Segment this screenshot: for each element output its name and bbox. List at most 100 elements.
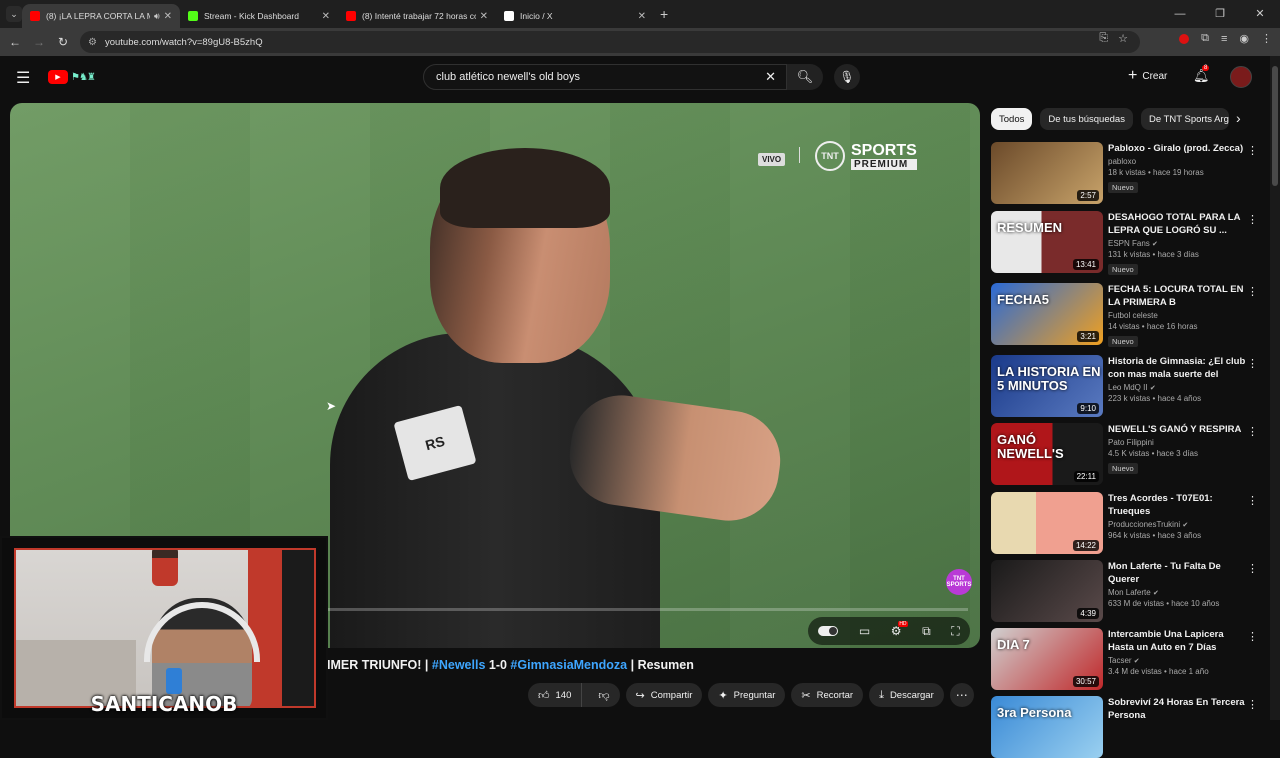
bookmark-star-icon[interactable]: ☆ xyxy=(1118,32,1128,45)
rec-title[interactable]: Historia de Gimnasia: ¿El club con mas m… xyxy=(1108,355,1248,381)
more-actions-icon[interactable]: ⋯ xyxy=(949,683,974,707)
media-icon[interactable]: ≡ xyxy=(1221,33,1227,45)
reload-icon[interactable]: ↻ xyxy=(51,35,75,49)
create-button[interactable]: + Crear xyxy=(1128,67,1167,85)
share-button[interactable]: ↪ Compartir xyxy=(625,683,703,707)
rec-menu-icon[interactable]: ⋮ xyxy=(1247,285,1258,298)
recommended-video[interactable]: RESUMEN 13:41 DESAHOGO TOTAL PARA LA LEP… xyxy=(991,211,1266,275)
recommended-video[interactable]: 2:57 Pabloxo - Giralo (prod. Zecca) pabl… xyxy=(991,142,1266,204)
close-tab-icon[interactable]: ✕ xyxy=(638,11,646,22)
rec-title[interactable]: Sobreviví 24 Horas En Tercera Persona xyxy=(1108,696,1248,722)
new-tab-button[interactable]: + xyxy=(660,6,668,22)
browser-tab[interactable]: (8) Intenté trabajar 72 horas con ✕ xyxy=(338,4,496,28)
minimize-icon[interactable]: — xyxy=(1160,0,1200,28)
rec-channel[interactable]: Pato Filippini xyxy=(1108,438,1248,447)
rec-title[interactable]: Mon Laferte - Tu Falta De Querer xyxy=(1108,560,1248,586)
audio-icon[interactable]: 🔊︎ xyxy=(154,11,160,22)
chevron-right-icon[interactable]: › xyxy=(1236,110,1241,126)
browser-tab[interactable]: Stream - Kick Dashboard ✕ xyxy=(180,4,338,28)
extension-red-icon[interactable] xyxy=(1179,33,1190,44)
back-icon[interactable]: ← xyxy=(3,35,27,49)
rec-title[interactable]: Pabloxo - Giralo (prod. Zecca) xyxy=(1108,142,1248,155)
search-input[interactable]: club atlético newell's old boys ✕ xyxy=(423,64,787,90)
notifications-button[interactable]: 🔔︎ 8 xyxy=(1193,65,1210,84)
video-thumbnail[interactable]: FECHA5 3:21 xyxy=(991,283,1103,345)
rec-menu-icon[interactable]: ⋮ xyxy=(1247,357,1258,370)
clip-button[interactable]: ✂ Recortar xyxy=(791,683,864,707)
site-info-icon[interactable]: ⚙ xyxy=(88,37,97,48)
rec-menu-icon[interactable]: ⋮ xyxy=(1247,494,1258,507)
rec-channel[interactable]: Mon Laferte ✔ xyxy=(1108,588,1248,597)
recommended-video[interactable]: DIA 7 30:57 Intercambie Una Lapicera Has… xyxy=(991,628,1266,690)
hamburger-menu-icon[interactable]: ☰ xyxy=(16,68,30,88)
rec-menu-icon[interactable]: ⋮ xyxy=(1247,144,1258,157)
subtitles-icon[interactable]: ▭ xyxy=(859,624,870,638)
maximize-icon[interactable]: ❐ xyxy=(1200,0,1240,28)
rec-channel[interactable]: Tacser ✔ xyxy=(1108,656,1248,665)
dislike-button[interactable]: 👎︎ xyxy=(588,689,619,702)
video-thumbnail[interactable]: LA HISTORIA EN 5 MINUTOS 9:10 xyxy=(991,355,1103,417)
rec-title[interactable]: Tres Acordes - T07E01: Trueques xyxy=(1108,492,1248,518)
rec-title[interactable]: DESAHOGO TOTAL PARA LA LEPRA QUE LOGRÓ S… xyxy=(1108,211,1248,237)
rec-menu-icon[interactable]: ⋮ xyxy=(1247,698,1258,711)
recommended-video[interactable]: LA HISTORIA EN 5 MINUTOS 9:10 Historia d… xyxy=(991,355,1266,417)
recommended-video[interactable]: 3ra Persona Sobreviví 24 Horas En Tercer… xyxy=(991,696,1266,758)
rec-title[interactable]: FECHA 5: LOCURA TOTAL EN LA PRIMERA B xyxy=(1108,283,1248,309)
profile-icon[interactable]: ◉ xyxy=(1239,32,1249,45)
youtube-logo[interactable]: ▶ ⚑♞♜ xyxy=(48,70,96,84)
recommended-video[interactable]: GANÓ NEWELL'S 22:11 NEWELL'S GANÓ Y RESP… xyxy=(991,423,1266,485)
filter-chip[interactable]: Todos xyxy=(991,108,1033,130)
miniplayer-icon[interactable]: ⧉ xyxy=(922,624,931,639)
rec-channel[interactable]: ESPN Fans ✔ xyxy=(1108,239,1248,248)
close-window-icon[interactable]: ✕ xyxy=(1240,0,1280,28)
video-thumbnail[interactable]: 3ra Persona xyxy=(991,696,1103,758)
voice-search-button[interactable]: 🎙︎ xyxy=(834,64,860,90)
video-thumbnail[interactable]: 4:39 xyxy=(991,560,1103,622)
filter-chip[interactable]: De TNT Sports Argentina xyxy=(1140,108,1229,130)
rec-title[interactable]: NEWELL'S GANÓ Y RESPIRA xyxy=(1108,423,1248,436)
rec-channel[interactable]: pabloxo xyxy=(1108,157,1248,166)
fullscreen-icon[interactable]: ⛶ xyxy=(951,624,959,639)
video-thumbnail[interactable]: 14:22 xyxy=(991,492,1103,554)
recommended-video[interactable]: FECHA5 3:21 FECHA 5: LOCURA TOTAL EN LA … xyxy=(991,283,1266,347)
rec-title[interactable]: Intercambie Una Lapicera Hasta un Auto e… xyxy=(1108,628,1248,654)
avatar[interactable] xyxy=(1230,66,1252,88)
rec-menu-icon[interactable]: ⋮ xyxy=(1247,213,1258,226)
tab-search-icon[interactable]: ⌄ xyxy=(6,6,22,22)
clear-search-icon[interactable]: ✕ xyxy=(765,69,776,85)
rec-channel[interactable]: ProduccionesTrukini ✔ xyxy=(1108,520,1248,529)
extensions-icon[interactable]: ⧉ xyxy=(1201,32,1209,45)
rec-menu-icon[interactable]: ⋮ xyxy=(1247,562,1258,575)
video-thumbnail[interactable]: RESUMEN 13:41 xyxy=(991,211,1103,273)
rec-menu-icon[interactable]: ⋮ xyxy=(1247,630,1258,643)
filter-chip[interactable]: De tus búsquedas xyxy=(1040,108,1133,130)
rec-menu-icon[interactable]: ⋮ xyxy=(1247,425,1258,438)
like-button[interactable]: 👍︎ 140 xyxy=(528,683,583,707)
hashtag-newells[interactable]: #Newells xyxy=(432,658,486,672)
url-field[interactable]: ⚙ youtube.com/watch?v=89gU8-B5zhQ xyxy=(80,31,1140,53)
channel-watermark[interactable]: TNT SPORTS xyxy=(946,569,972,595)
close-tab-icon[interactable]: ✕ xyxy=(322,11,330,22)
video-thumbnail[interactable]: 2:57 xyxy=(991,142,1103,204)
download-button[interactable]: ⤓ Descargar xyxy=(869,683,944,707)
settings-gear-icon[interactable]: ⚙ HD xyxy=(891,621,908,638)
search-button[interactable]: 🔍︎ xyxy=(787,64,823,90)
scrollbar-thumb[interactable] xyxy=(1272,66,1278,186)
hashtag-gimnasia[interactable]: #GimnasiaMendoza xyxy=(510,658,627,672)
forward-icon[interactable]: → xyxy=(27,35,51,49)
install-icon[interactable]: ⎘ xyxy=(1099,32,1108,45)
recommended-video[interactable]: 14:22 Tres Acordes - T07E01: Trueques Pr… xyxy=(991,492,1266,554)
browser-tab[interactable]: (8) ¡LA LEPRA CORTA LA MALA RACHA 🔊︎ ✕ xyxy=(22,4,180,28)
video-thumbnail[interactable]: GANÓ NEWELL'S 22:11 xyxy=(991,423,1103,485)
browser-menu-icon[interactable]: ⋮ xyxy=(1261,32,1272,45)
video-thumbnail[interactable]: DIA 7 30:57 xyxy=(991,628,1103,690)
close-tab-icon[interactable]: ✕ xyxy=(164,11,172,22)
ask-button[interactable]: ✦ Preguntar xyxy=(708,683,786,707)
page-scrollbar[interactable] xyxy=(1270,56,1280,720)
rec-channel[interactable]: Futbol celeste xyxy=(1108,311,1248,320)
autoplay-toggle[interactable] xyxy=(818,626,839,636)
rec-channel[interactable]: Leo MdQ II ✔ xyxy=(1108,383,1248,392)
recommended-video[interactable]: 4:39 Mon Laferte - Tu Falta De Querer Mo… xyxy=(991,560,1266,622)
close-tab-icon[interactable]: ✕ xyxy=(480,11,488,22)
browser-tab[interactable]: Inicio / X ✕ xyxy=(496,4,654,28)
